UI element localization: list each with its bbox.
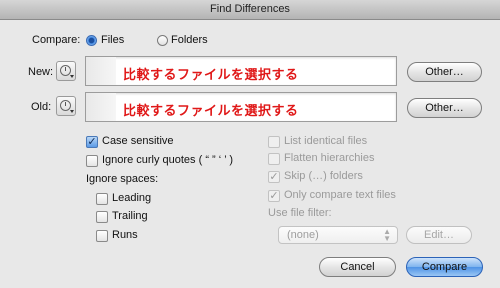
runs-label[interactable]: Runs bbox=[112, 229, 138, 241]
only-text-checkbox[interactable]: ✓ Only compare text files bbox=[268, 189, 418, 203]
trailing-checkbox[interactable]: Trailing bbox=[96, 210, 176, 224]
radio-files-indicator[interactable] bbox=[86, 35, 97, 46]
ignore-curly-checkbox[interactable]: Ignore curly quotes ( “ ” ‘ ’ ) bbox=[86, 154, 256, 168]
runs-checkbox[interactable]: Runs bbox=[96, 229, 176, 243]
dropdown-arrow-icon bbox=[70, 110, 74, 113]
old-file-icon-area bbox=[86, 93, 116, 121]
new-history-button[interactable] bbox=[56, 61, 76, 81]
ignore-spaces-label: Ignore spaces: bbox=[86, 173, 159, 185]
radio-folders[interactable]: Folders bbox=[157, 34, 227, 49]
only-text-label[interactable]: Only compare text files bbox=[284, 189, 396, 201]
ignore-curly-label[interactable]: Ignore curly quotes ( “ ” ‘ ’ ) bbox=[102, 154, 233, 166]
runs-box[interactable] bbox=[96, 230, 108, 242]
new-file-well[interactable]: 比較するファイルを選択する bbox=[85, 56, 397, 86]
flatten-box[interactable] bbox=[268, 153, 280, 165]
flatten-checkbox[interactable]: Flatten hierarchies bbox=[268, 152, 408, 166]
file-filter-popup[interactable]: (none) ▲ ▼ bbox=[278, 226, 398, 244]
dropdown-arrow-icon bbox=[70, 75, 74, 78]
new-file-icon-area bbox=[86, 57, 116, 85]
file-filter-label: Use file filter: bbox=[268, 207, 332, 219]
trailing-box[interactable] bbox=[96, 211, 108, 223]
leading-label[interactable]: Leading bbox=[112, 192, 151, 204]
find-differences-dialog: Find Differences Compare: Files Folders … bbox=[0, 0, 500, 288]
list-identical-checkbox[interactable]: List identical files bbox=[268, 135, 408, 149]
radio-files-label[interactable]: Files bbox=[101, 34, 124, 46]
case-sensitive-checkbox[interactable]: ✓ Case sensitive bbox=[86, 135, 236, 149]
flatten-label[interactable]: Flatten hierarchies bbox=[284, 152, 375, 164]
trailing-label[interactable]: Trailing bbox=[112, 210, 148, 222]
old-file-well[interactable]: 比較するファイルを選択する bbox=[85, 92, 397, 122]
checkmark-icon[interactable]: ✓ bbox=[86, 136, 98, 148]
cancel-button[interactable]: Cancel bbox=[319, 257, 396, 277]
compare-button[interactable]: Compare bbox=[406, 257, 483, 277]
new-other-button[interactable]: Other… bbox=[407, 62, 482, 82]
new-label: New: bbox=[28, 66, 54, 78]
ignore-curly-box[interactable] bbox=[86, 155, 98, 167]
list-identical-label[interactable]: List identical files bbox=[284, 135, 367, 147]
leading-checkbox[interactable]: Leading bbox=[96, 192, 176, 206]
skip-folders-label[interactable]: Skip (…) folders bbox=[284, 170, 363, 182]
edit-filter-button[interactable]: Edit… bbox=[406, 226, 472, 244]
old-other-button[interactable]: Other… bbox=[407, 98, 482, 118]
radio-files[interactable]: Files bbox=[84, 34, 144, 49]
radio-folders-label[interactable]: Folders bbox=[171, 34, 208, 46]
compare-label: Compare: bbox=[32, 34, 81, 46]
leading-box[interactable] bbox=[96, 193, 108, 205]
checkmark-icon[interactable]: ✓ bbox=[268, 171, 280, 183]
window-title: Find Differences bbox=[0, 0, 500, 20]
skip-folders-checkbox[interactable]: ✓ Skip (…) folders bbox=[268, 170, 408, 184]
old-file-hint: 比較するファイルを選択する bbox=[123, 103, 299, 118]
old-history-button[interactable] bbox=[56, 96, 76, 116]
updown-arrows-icon: ▲ ▼ bbox=[383, 227, 391, 243]
file-filter-value: (none) bbox=[287, 229, 319, 241]
case-sensitive-label[interactable]: Case sensitive bbox=[102, 135, 174, 147]
new-file-hint: 比較するファイルを選択する bbox=[123, 67, 299, 82]
old-label: Old: bbox=[31, 101, 52, 113]
radio-folders-indicator[interactable] bbox=[157, 35, 168, 46]
checkmark-icon[interactable]: ✓ bbox=[268, 190, 280, 202]
list-identical-box[interactable] bbox=[268, 136, 280, 148]
